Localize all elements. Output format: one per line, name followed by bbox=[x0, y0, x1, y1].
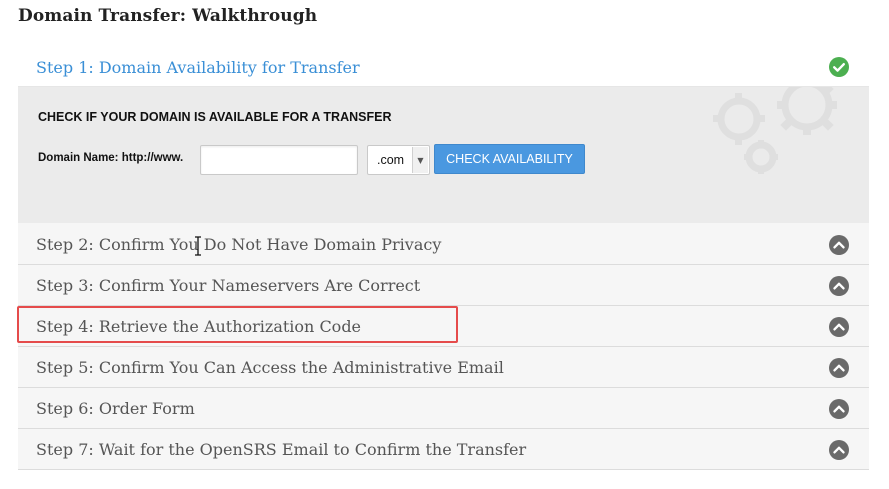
step-7-label: Step 7: Wait for the OpenSRS Email to Co… bbox=[36, 440, 527, 459]
step-7-row[interactable]: Step 7: Wait for the OpenSRS Email to Co… bbox=[18, 429, 869, 470]
step-1-label: Step 1: Domain Availability for Transfer bbox=[36, 58, 360, 77]
gears-icon bbox=[713, 87, 837, 174]
chevron-up-icon bbox=[829, 399, 849, 419]
chevron-up-icon bbox=[829, 276, 849, 296]
step-6-row[interactable]: Step 6: Order Form bbox=[18, 388, 869, 429]
chevron-down-icon: ▼ bbox=[412, 147, 428, 173]
step-2-row[interactable]: Step 2: Confirm You Do Not Have Domain P… bbox=[18, 224, 869, 265]
chevron-up-icon bbox=[829, 235, 849, 255]
step-1-header[interactable]: Step 1: Domain Availability for Transfer bbox=[18, 45, 869, 87]
check-availability-button[interactable]: CHECK AVAILABILITY bbox=[434, 144, 585, 174]
step-5-row[interactable]: Step 5: Confirm You Can Access the Admin… bbox=[18, 347, 869, 388]
chevron-up-icon bbox=[829, 317, 849, 337]
domain-name-label: Domain Name: http://www. bbox=[38, 152, 184, 164]
tld-select[interactable]: .com ▼ bbox=[367, 145, 430, 175]
tld-selected-value: .com bbox=[377, 153, 405, 167]
domain-name-input[interactable] bbox=[200, 145, 358, 175]
step-5-label: Step 5: Confirm You Can Access the Admin… bbox=[36, 358, 504, 377]
page-title: Domain Transfer: Walkthrough bbox=[18, 6, 318, 26]
availability-heading: CHECK IF YOUR DOMAIN IS AVAILABLE FOR A … bbox=[38, 110, 392, 124]
step-6-label: Step 6: Order Form bbox=[36, 399, 195, 418]
step-1-body: CHECK IF YOUR DOMAIN IS AVAILABLE FOR A … bbox=[18, 87, 869, 223]
check-circle-icon bbox=[829, 57, 849, 77]
step-2-label: Step 2: Confirm You Do Not Have Domain P… bbox=[36, 235, 442, 254]
text-cursor-icon bbox=[195, 236, 201, 256]
step-3-label: Step 3: Confirm Your Nameservers Are Cor… bbox=[36, 276, 421, 295]
step-4-highlight-box bbox=[17, 306, 458, 343]
chevron-up-icon bbox=[829, 358, 849, 378]
step-3-row[interactable]: Step 3: Confirm Your Nameservers Are Cor… bbox=[18, 265, 869, 306]
chevron-up-icon bbox=[829, 440, 849, 460]
